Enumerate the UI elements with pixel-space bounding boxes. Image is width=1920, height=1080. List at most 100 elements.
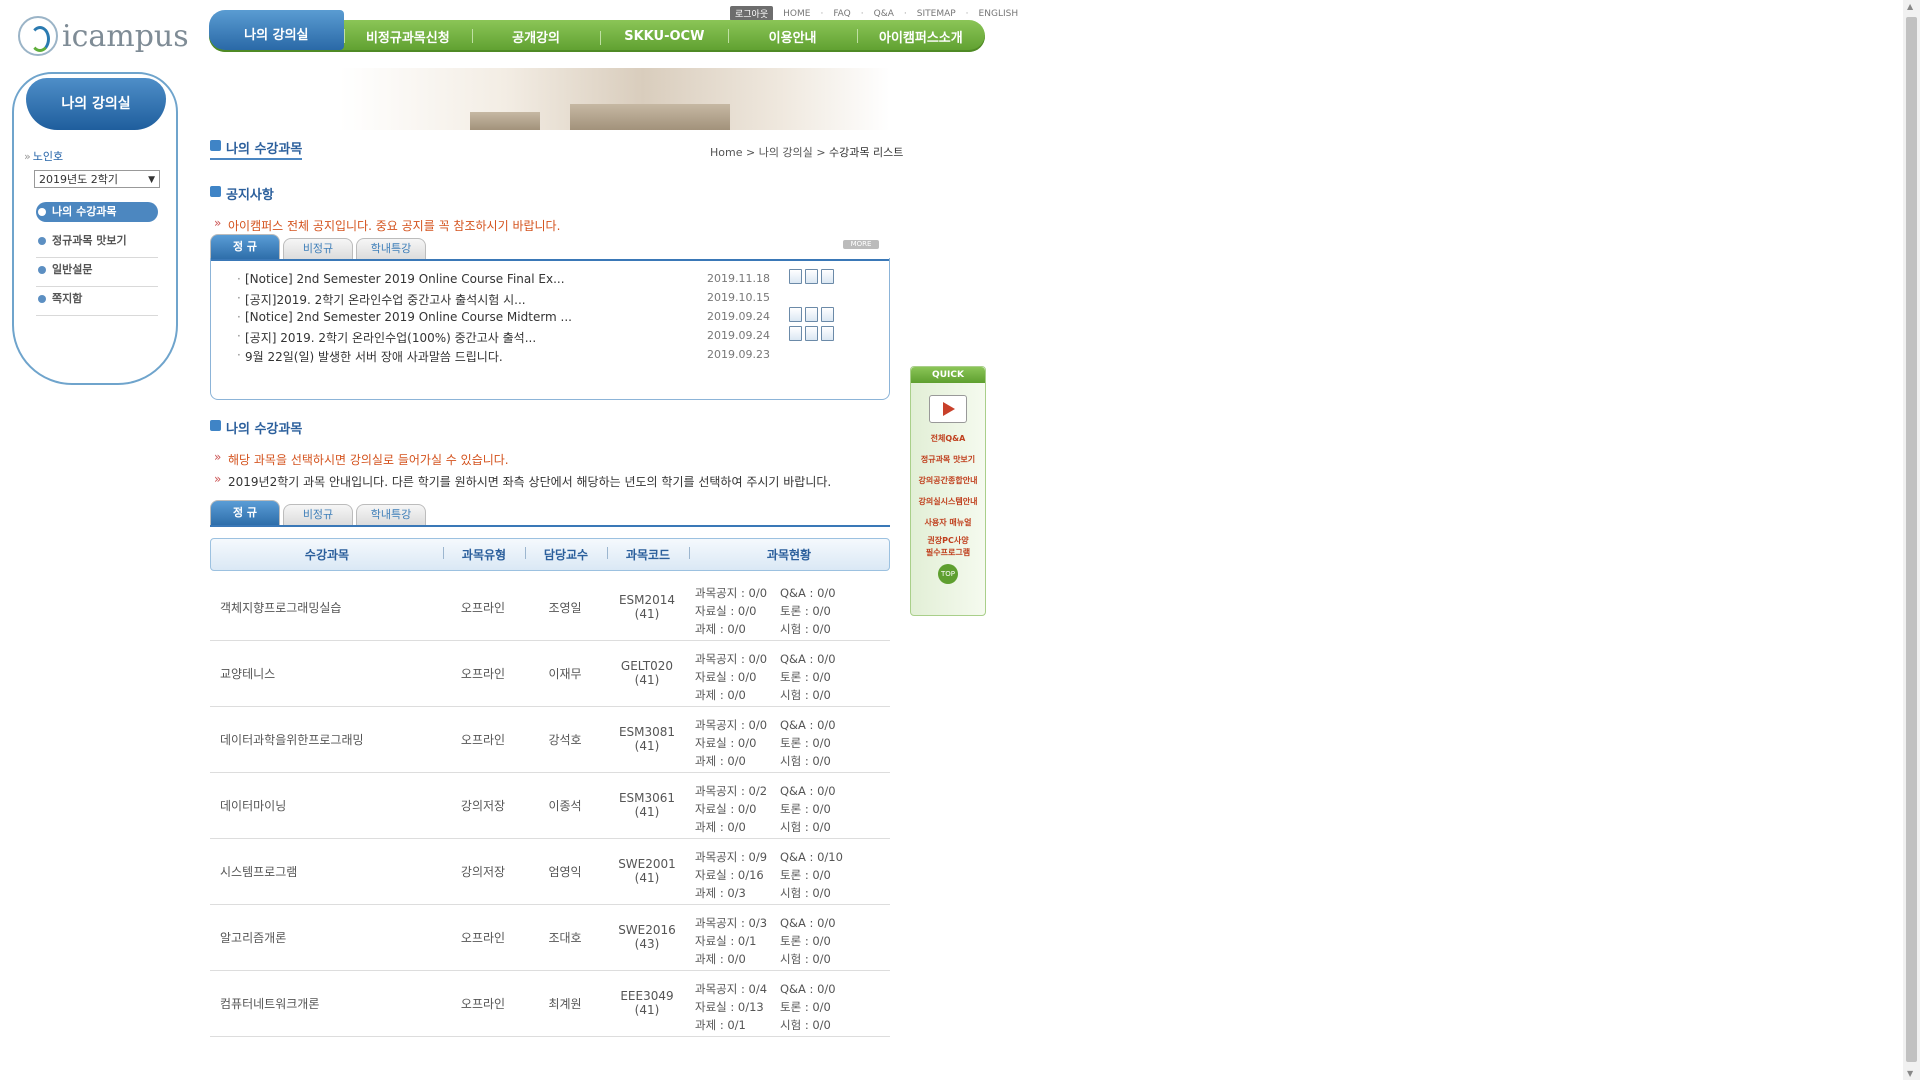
file-icon[interactable] xyxy=(805,269,818,284)
icampus-logo[interactable]: icampus xyxy=(18,16,189,56)
notice-title[interactable]: 9월 22일(일) 발생한 서버 장애 사과말씀 드립니다. xyxy=(237,348,503,365)
top-button[interactable]: TOP xyxy=(938,564,958,584)
course-cell-text: 오프라인 xyxy=(460,930,506,945)
course-type: 오프라인 xyxy=(442,706,524,772)
tab-regular[interactable]: 정 규 xyxy=(210,234,280,259)
notice-row[interactable]: [공지]2019. 2학기 온라인수업 중간고사 출석시험 시... 2019.… xyxy=(233,291,873,310)
notice-row[interactable]: 9월 22일(일) 발생한 서버 장애 사과말씀 드립니다. 2019.09.2… xyxy=(233,348,873,367)
sidebar-item-my-courses[interactable]: 나의 수강과목 xyxy=(36,202,158,222)
scrollbar-thumb[interactable] xyxy=(1906,17,1917,1062)
file-icon[interactable] xyxy=(789,326,802,341)
file-icon[interactable] xyxy=(789,269,802,284)
gnb-skku-ocw[interactable]: SKKU-OCW xyxy=(600,29,728,45)
attachments xyxy=(789,269,834,284)
video-play-icon[interactable] xyxy=(929,395,967,423)
quick-link-system-guide[interactable]: 강의실시스템안내 xyxy=(911,497,985,507)
course-cell-text: 토론 : 0/0 xyxy=(780,868,831,882)
gnb-guide[interactable]: 이용안내 xyxy=(728,27,856,46)
file-icon[interactable] xyxy=(805,326,818,341)
english-link[interactable]: ENGLISH xyxy=(979,9,1019,19)
notice-title[interactable]: [공지] 2019. 2학기 온라인수업(100%) 중간고사 출석... xyxy=(237,329,536,346)
more-button[interactable]: MORE xyxy=(843,240,879,249)
scroll-up-arrow-icon[interactable]: ▲ xyxy=(1907,2,1913,11)
quick-link-qna[interactable]: 전체Q&A xyxy=(911,434,985,444)
tab-nonregular[interactable]: 비정규 xyxy=(283,504,353,525)
course-row[interactable]: 객체지향프로그래밍실습 오프라인 조영일 ESM2014 (41) 과목공지 : 0/0 Q… xyxy=(210,574,890,641)
semester-select[interactable]: 2019년도 2학기 ▼ xyxy=(34,170,160,188)
tab-nonregular[interactable]: 비정규 xyxy=(283,238,353,259)
tab-special-lecture[interactable]: 학내특강 xyxy=(356,238,426,259)
file-icon[interactable] xyxy=(805,307,818,322)
sitemap-link[interactable]: SITEMAP xyxy=(917,9,956,19)
notice-date: 2019.10.15 xyxy=(707,291,770,304)
notice-title[interactable]: [Notice] 2nd Semester 2019 Online Course… xyxy=(237,310,572,324)
utility-links: 로그아웃 HOME · FAQ · Q&A · SITEMAP · ENGLISH xyxy=(730,6,1018,21)
notice-row[interactable]: [공지] 2019. 2학기 온라인수업(100%) 중간고사 출석... 20… xyxy=(233,326,873,348)
tab-special-lecture[interactable]: 학내특강 xyxy=(356,504,426,525)
course-status: 과목공지 : 0/4 Q&A : 0/0 자료실 : 0/13 토론 : 0/0 과제 … xyxy=(695,980,895,1034)
sidebar-item-survey[interactable]: 일반설문 xyxy=(36,258,158,287)
scroll-down-arrow-icon[interactable]: ▼ xyxy=(1907,1069,1913,1078)
logout-button[interactable]: 로그아웃 xyxy=(730,6,774,21)
faq-link[interactable]: FAQ xyxy=(833,9,850,19)
sidebar-menu: 나의 수강과목 정규과목 맛보기 일반설문 쪽지함 xyxy=(36,202,158,316)
notice-title[interactable]: [공지]2019. 2학기 온라인수업 중간고사 출석시험 시... xyxy=(237,291,526,308)
course-name-link[interactable]: 데이터마이닝 xyxy=(220,772,440,838)
quick-title: QUICK xyxy=(911,367,985,383)
course-cell-text: 이재무 xyxy=(548,666,582,681)
course-cell-text: 조영일 xyxy=(548,600,582,615)
course-cell-text: 강석호 xyxy=(548,732,582,747)
sidebar-item-messages[interactable]: 쪽지함 xyxy=(36,287,158,316)
home-link[interactable]: HOME xyxy=(783,9,810,19)
breadcrumb-classroom[interactable]: 나의 강의실 xyxy=(759,146,813,159)
quick-link-pc-spec[interactable]: 권장PC사양 xyxy=(911,536,985,546)
course-cell-text: 자료실 : 0/13 xyxy=(695,1000,764,1014)
course-row[interactable]: 컴퓨터네트워크개론 오프라인 최계원 EEE3049 (41) 과목공지 : 0/4 Q&A… xyxy=(210,970,890,1037)
course-name-link[interactable]: 컴퓨터네트워크개론 xyxy=(220,970,440,1036)
gnb-nonregular-apply[interactable]: 비정규과목신청 xyxy=(343,27,472,46)
course-cell-text: 조대호 xyxy=(548,930,582,945)
course-cell-text: (43) xyxy=(634,937,660,951)
course-cell-text: 시스템프로그램 xyxy=(220,864,298,879)
file-icon[interactable] xyxy=(821,269,834,284)
course-name-link[interactable]: 데이터과학을위한프로그래밍 xyxy=(220,706,440,772)
course-row[interactable]: 데이터마이닝 강의저장 이종석 ESM3061 (41) 과목공지 : 0/2 Q&A : … xyxy=(210,772,890,839)
qna-link[interactable]: Q&A xyxy=(874,9,894,19)
quick-link-space-guide[interactable]: 강의공간종합안내 xyxy=(911,476,985,486)
courses-description-semester: 2019년2학기 과목 안내입니다. 다른 학기를 원하시면 좌측 상단에서 해… xyxy=(212,472,831,490)
vertical-scrollbar[interactable]: ▲ ▼ xyxy=(1903,0,1920,1080)
notice-date: 2019.09.23 xyxy=(707,348,770,361)
file-icon[interactable] xyxy=(789,307,802,322)
file-icon[interactable] xyxy=(821,326,834,341)
course-row[interactable]: 알고리즘개론 오프라인 조대호 SWE2016 (43) 과목공지 : 0/3 Q&A : … xyxy=(210,904,890,971)
tab-underline xyxy=(210,525,890,527)
course-name-link[interactable]: 객체지향프로그래밍실습 xyxy=(220,574,440,640)
sidebar-item-course-preview[interactable]: 정규과목 맛보기 xyxy=(36,229,158,258)
course-code: GELT020 (41) xyxy=(606,640,688,706)
quick-link-course-preview[interactable]: 정규과목 맛보기 xyxy=(911,455,985,465)
page-title: 나의 수강과목 xyxy=(210,138,303,160)
breadcrumb-home[interactable]: Home xyxy=(710,146,742,159)
notice-row[interactable]: [Notice] 2nd Semester 2019 Online Course… xyxy=(233,269,873,291)
course-row[interactable]: 데이터과학을위한프로그래밍 오프라인 강석호 ESM3081 (41) 과목공지 : 0/… xyxy=(210,706,890,773)
course-cell-text: 교양테니스 xyxy=(220,666,276,681)
courses-heading: 나의 수강과목 xyxy=(210,418,302,437)
course-cell-text: (41) xyxy=(634,607,660,621)
notice-row[interactable]: [Notice] 2nd Semester 2019 Online Course… xyxy=(233,307,873,329)
course-row[interactable]: 시스템프로그램 강의저장 엄영익 SWE2001 (41) 과목공지 : 0/9 Q&A :… xyxy=(210,838,890,905)
tab-regular[interactable]: 정 규 xyxy=(210,500,280,525)
file-icon[interactable] xyxy=(821,307,834,322)
gnb-open-lectures[interactable]: 공개강의 xyxy=(471,27,600,46)
course-cell-text: 과목공지 : 0/9 xyxy=(695,850,768,864)
course-row[interactable]: 교양테니스 오프라인 이재무 GELT020 (41) 과목공지 : 0/0 Q&A : 0… xyxy=(210,640,890,707)
course-cell-text: 시험 : 0/0 xyxy=(780,754,831,768)
notice-title[interactable]: [Notice] 2nd Semester 2019 Online Course… xyxy=(237,272,565,286)
course-name-link[interactable]: 알고리즘개론 xyxy=(220,904,440,970)
quick-link-manual[interactable]: 사용자 매뉴얼 xyxy=(911,518,985,528)
quick-link-programs[interactable]: 필수프로그램 xyxy=(911,548,985,558)
gnb-about[interactable]: 아이캠퍼스소개 xyxy=(856,27,985,46)
course-name-link[interactable]: 교양테니스 xyxy=(220,640,440,706)
course-name-link[interactable]: 시스템프로그램 xyxy=(220,838,440,904)
course-cell-text: ESM3061 xyxy=(618,791,676,805)
gnb-my-classroom[interactable]: 나의 강의실 xyxy=(209,10,344,50)
